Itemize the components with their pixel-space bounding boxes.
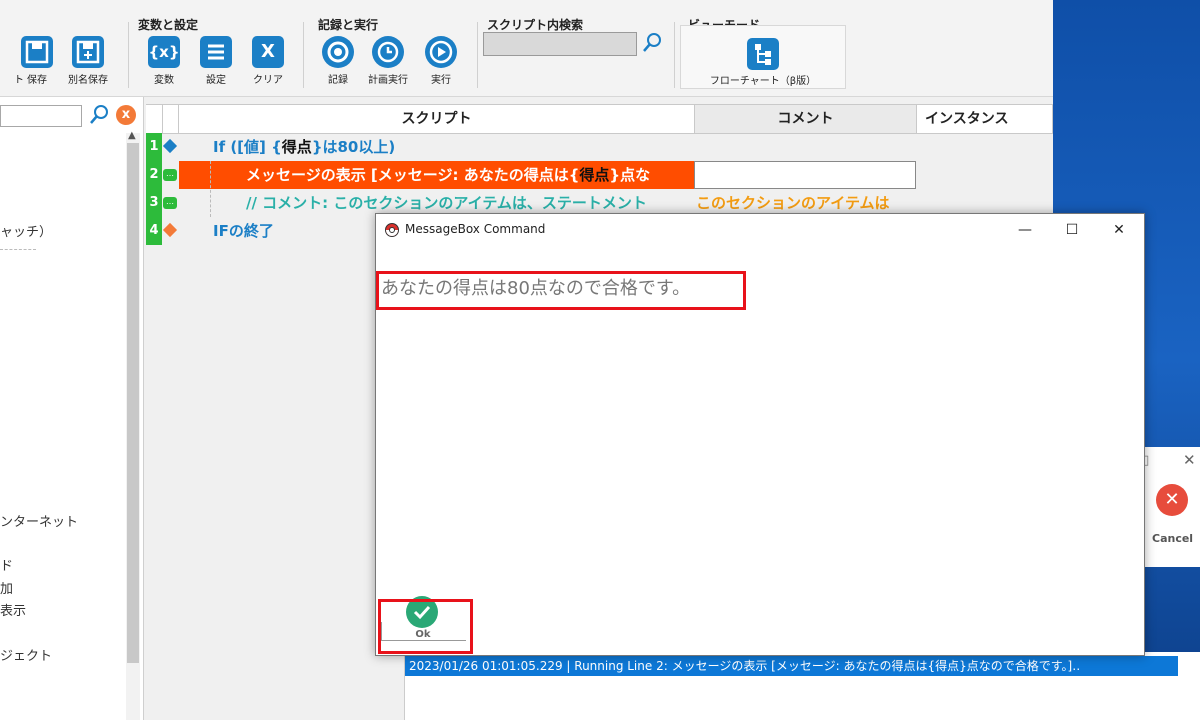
flowchart-label: フローチャート（β版） (709, 76, 817, 87)
scrollbar[interactable]: ▲ (126, 130, 140, 720)
divider (303, 22, 304, 88)
header-instance[interactable]: インスタンス (917, 105, 1053, 133)
script-search-input[interactable] (483, 32, 637, 56)
cancel-label[interactable]: Cancel (1152, 532, 1193, 545)
script-text: IFの終了 (213, 222, 274, 240)
command-search-input[interactable] (0, 105, 82, 127)
clock-icon (372, 36, 404, 68)
command-item[interactable]: ド (0, 555, 13, 574)
annotation-highlight (378, 599, 473, 654)
command-item[interactable]: ンターネット (0, 511, 78, 530)
menu-lines-icon (200, 36, 232, 68)
command-item[interactable]: ャッチ） (0, 221, 52, 240)
settings-button[interactable]: 設定 (188, 36, 244, 86)
header-num (146, 105, 163, 133)
comment-icon: … (163, 197, 177, 209)
divider (128, 22, 129, 88)
maximize-icon[interactable]: ☐ (1049, 214, 1095, 246)
line-number: 4 (146, 217, 162, 245)
annotation-highlight (376, 271, 746, 310)
dialog-titlebar: MessageBox Command — ☐ ✕ (376, 214, 1144, 246)
header-script[interactable]: スクリプト (179, 105, 695, 133)
save-as-button[interactable]: 別名保存 (60, 36, 116, 86)
close-icon[interactable]: ✕ (1183, 451, 1196, 469)
divider (477, 22, 478, 88)
dialog-title: MessageBox Command (405, 222, 546, 236)
header-icon (162, 105, 179, 133)
variable-name: 得点 (579, 166, 610, 184)
clear-search-icon[interactable]: x (116, 105, 136, 125)
log-panel: 2023/01/26 01:01:05.229 | Running Line 2… (404, 652, 1200, 720)
messagebox-dialog: MessageBox Command — ☐ ✕ あなたの得点は80点なので合格… (375, 213, 1145, 656)
run-button[interactable]: 実行 (413, 36, 469, 86)
record-button[interactable]: 記録 (310, 36, 366, 86)
minimize-icon[interactable]: — (1002, 214, 1048, 246)
flowchart-button[interactable]: フローチャート（β版） (680, 25, 846, 89)
comment-cell-editor[interactable] (694, 161, 916, 189)
indent-guide (210, 161, 211, 217)
divider (674, 22, 675, 88)
message-icon: … (163, 169, 177, 181)
script-text: }点な (609, 166, 651, 184)
table-row[interactable]: 1 If ([値] {得点}は80以上) (146, 133, 916, 161)
clear-x-icon: X (252, 36, 284, 68)
log-line-selected[interactable]: 2023/01/26 01:01:05.229 | Running Line 2… (405, 656, 1178, 676)
variable-braces-icon: {x} (148, 36, 180, 68)
divider (0, 249, 36, 250)
line-number: 1 (146, 133, 162, 161)
save-button[interactable]: 保存 (9, 36, 65, 86)
search-icon[interactable] (88, 104, 110, 126)
cancel-icon[interactable]: ✕ (1156, 484, 1188, 516)
background-dialog: □ ✕ ✕ Cancel (1137, 447, 1200, 567)
end-if-diamond-icon (162, 222, 178, 238)
ok-button[interactable]: Ok (378, 596, 473, 654)
group-title-variables: 変数と設定 (138, 18, 199, 32)
record-icon (322, 36, 354, 68)
search-icon[interactable] (640, 31, 664, 55)
variable-name: 得点 (281, 138, 312, 156)
close-icon[interactable]: ✕ (1096, 214, 1142, 246)
variables-button[interactable]: {x} 変数 (136, 36, 192, 86)
flowchart-icon (747, 38, 779, 70)
line-number: 3 (146, 189, 162, 217)
header-comment[interactable]: コメント (695, 105, 917, 133)
clear-button[interactable]: X クリア (240, 36, 296, 86)
play-icon (425, 36, 457, 68)
command-item[interactable]: 加 (0, 578, 13, 597)
line-number: 2 (146, 161, 162, 189)
command-panel: x ャッチ） ンターネット ド 加 表示 ジェクト ▲ (0, 97, 144, 720)
app-icon (385, 223, 399, 237)
table-row-selected[interactable]: 2 … メッセージの表示 [メッセージ: あなたの得点は{得点}点な (146, 161, 916, 189)
floppy-disk-icon (21, 36, 53, 68)
floppy-disk-plus-icon (72, 36, 104, 68)
group-title-search: スクリプト内検索 (487, 18, 584, 32)
ribbon-toolbar: 変数と設定 記録と実行 スクリプト内検索 ビューモード ト 保存 別名保存 {x… (0, 0, 1053, 97)
script-text: メッセージの表示 [メッセージ: あなたの得点は{ (246, 166, 580, 184)
script-text: If ([値] { (213, 138, 282, 156)
grid-header: スクリプト コメント インスタンス (146, 104, 1053, 134)
group-title-record-run: 記録と実行 (318, 18, 379, 32)
scroll-up-icon[interactable]: ▲ (128, 130, 136, 141)
if-diamond-icon (162, 138, 178, 154)
script-text: }は80以上) (311, 138, 396, 156)
command-item[interactable]: 表示 (0, 600, 26, 619)
command-item[interactable]: ジェクト (0, 645, 52, 664)
schedule-button[interactable]: 計画実行 (360, 36, 416, 86)
scrollbar-thumb[interactable] (127, 143, 139, 663)
